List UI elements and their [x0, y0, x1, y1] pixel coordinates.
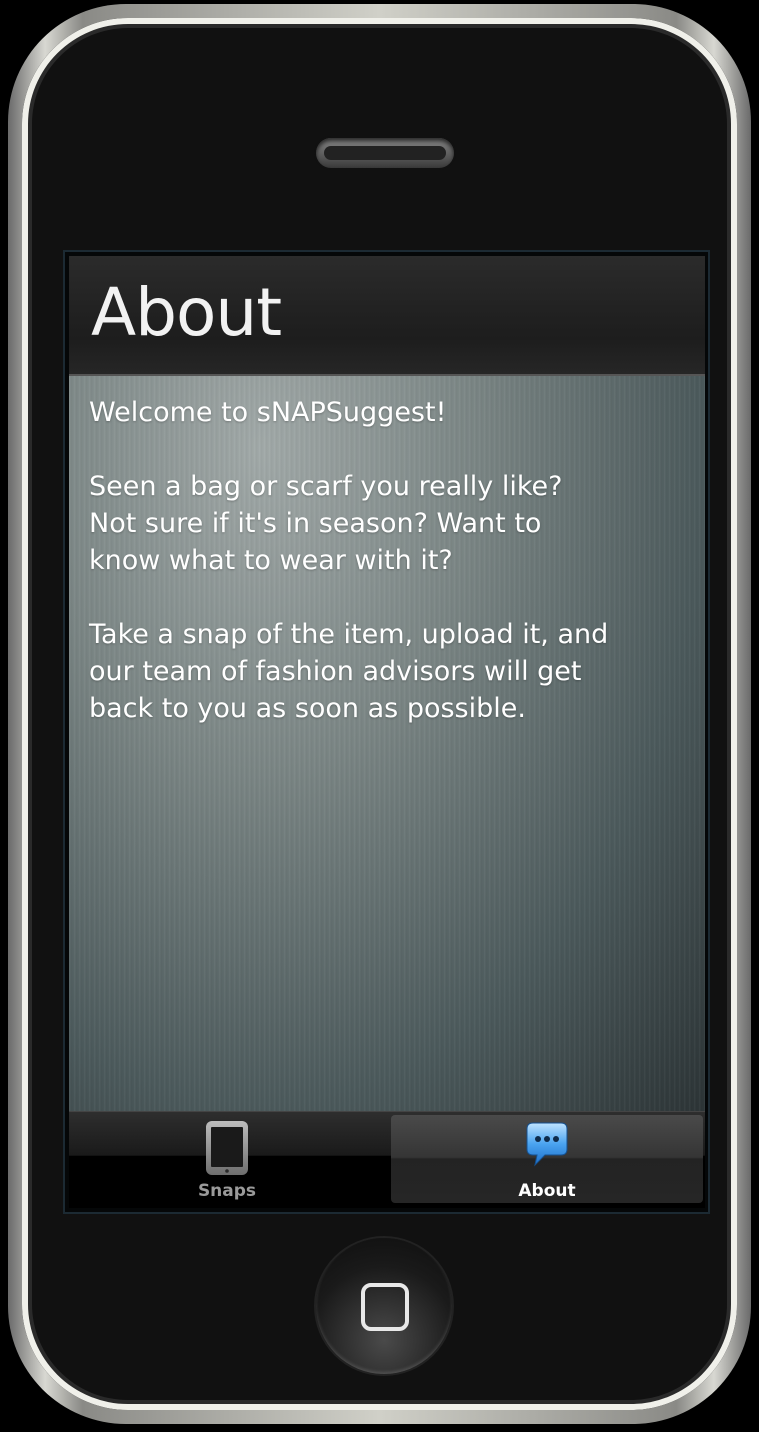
app-screen: About Welcome to sNAPSuggest! Seen a bag… [63, 250, 710, 1214]
earpiece-speaker [316, 138, 454, 168]
about-content: Welcome to sNAPSuggest! Seen a bag or sc… [69, 376, 705, 1111]
tab-about[interactable]: About [391, 1115, 703, 1203]
home-square-icon [361, 1283, 409, 1331]
home-button[interactable] [316, 1238, 452, 1374]
welcome-text: Welcome to sNAPSuggest! [89, 397, 447, 428]
tab-snaps-label: Snaps [197, 1181, 257, 1201]
intro-text: Seen a bag or scarf you really like? Not… [89, 471, 563, 576]
tab-snaps[interactable]: Snaps [71, 1115, 383, 1203]
title-bar: About [69, 256, 705, 376]
tab-bar: Snaps About [69, 1111, 705, 1208]
speech-bubble-icon [519, 1119, 575, 1179]
page-title: About [91, 274, 282, 351]
tab-about-label: About [518, 1181, 576, 1201]
instructions-text: Take a snap of the item, upload it, and … [89, 619, 609, 724]
device-icon [202, 1119, 252, 1181]
